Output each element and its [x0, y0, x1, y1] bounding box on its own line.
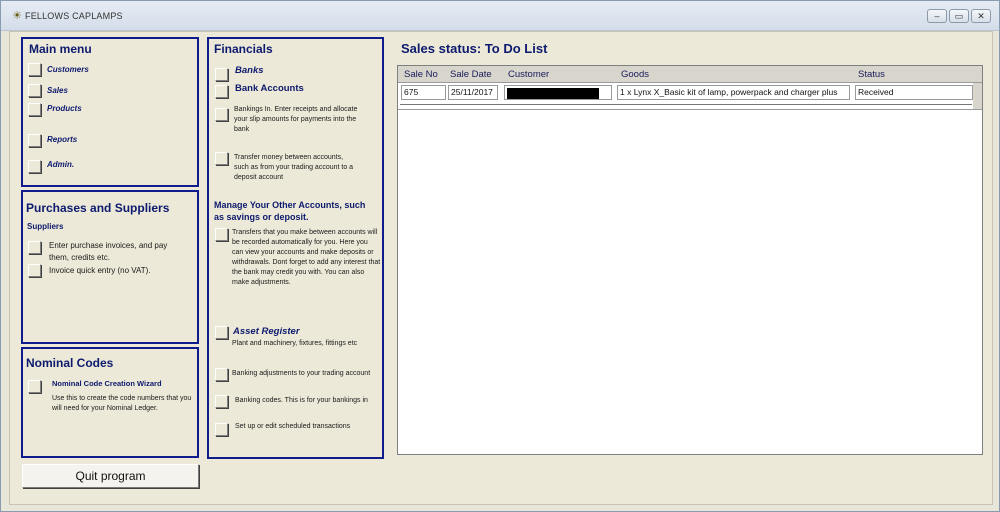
- invoice-quick-entry-button[interactable]: [28, 264, 41, 277]
- banking-adjustments-button[interactable]: [215, 368, 228, 381]
- app-window: ☀ FELLOWS CAPLAMPS – ▭ ✕ Main menu Custo…: [0, 0, 1000, 512]
- suppliers-subtitle: Suppliers: [27, 222, 64, 231]
- grid-header: Sale No Sale Date Customer Goods Status: [398, 66, 982, 83]
- nominal-codes-panel: Nominal Codes Nominal Code Creation Wiza…: [21, 347, 199, 458]
- col-customer[interactable]: Customer: [508, 69, 549, 80]
- financials-panel: Financials Banks Bank Accounts Bankings …: [207, 37, 384, 459]
- sales-button[interactable]: [28, 84, 41, 97]
- customers-button[interactable]: [28, 63, 41, 76]
- bank-accounts-label: Bank Accounts: [235, 83, 304, 94]
- sales-status-grid: Sale No Sale Date Customer Goods Status …: [397, 65, 983, 455]
- sales-label: Sales: [47, 86, 68, 95]
- customer-redacted: [507, 88, 599, 99]
- bankings-in-button[interactable]: [215, 108, 228, 121]
- bankings-in-label: Bankings In. Enter receipts and allocate…: [234, 106, 358, 133]
- products-button[interactable]: [28, 103, 41, 116]
- title-bar: ☀ FELLOWS CAPLAMPS – ▭ ✕: [1, 1, 999, 31]
- asset-register-label: Asset Register: [233, 326, 300, 337]
- admin-button[interactable]: [28, 160, 41, 173]
- banks-label: Banks: [235, 65, 264, 76]
- manage-accounts-title: Manage Your Other Accounts, such as savi…: [214, 200, 366, 222]
- purchases-title: Purchases and Suppliers: [26, 201, 170, 215]
- purchase-invoices-button[interactable]: [28, 241, 41, 254]
- quit-program-button[interactable]: Quit program: [22, 464, 199, 488]
- grid-edge: [973, 83, 982, 109]
- row-separator-bottom: [398, 109, 982, 110]
- nominal-codes-title: Nominal Codes: [26, 356, 114, 370]
- main-menu-title: Main menu: [29, 42, 92, 56]
- cell-goods[interactable]: 1 x Lynx X_Basic kit of lamp, powerpack …: [617, 85, 850, 100]
- products-label: Products: [47, 104, 82, 113]
- main-menu-panel: Main menu Customers Sales Products Repor…: [21, 37, 199, 187]
- transfer-label: Transfer money between accounts, such as…: [234, 154, 354, 181]
- nominal-wizard-label: Nominal Code Creation Wizard: [52, 379, 162, 388]
- customers-label: Customers: [47, 65, 89, 74]
- cell-sale-no[interactable]: 675: [401, 85, 446, 100]
- purchases-panel: Purchases and Suppliers Suppliers Enter …: [21, 190, 199, 344]
- admin-label: Admin.: [47, 160, 75, 169]
- col-status[interactable]: Status: [858, 69, 885, 80]
- scheduled-transactions-button[interactable]: [215, 423, 228, 436]
- financials-title: Financials: [214, 42, 273, 56]
- transfer-button[interactable]: [215, 152, 228, 165]
- reports-button[interactable]: [28, 134, 41, 147]
- banks-button[interactable]: [215, 68, 228, 81]
- nominal-wizard-desc: Use this to create the code numbers that…: [52, 395, 192, 412]
- col-sale-no[interactable]: Sale No: [404, 69, 438, 80]
- banking-codes-button[interactable]: [215, 395, 228, 408]
- invoice-quick-entry-label: Invoice quick entry (no VAT).: [49, 266, 151, 275]
- asset-register-desc: Plant and machinery, fixtures, fittings …: [232, 340, 358, 347]
- col-goods[interactable]: Goods: [621, 69, 649, 80]
- cell-status[interactable]: Received: [855, 85, 973, 100]
- restore-button[interactable]: ▭: [949, 9, 969, 23]
- purchase-invoices-label: Enter purchase invoices, and pay them, c…: [49, 241, 168, 262]
- minimize-button[interactable]: –: [927, 9, 947, 23]
- close-button[interactable]: ✕: [971, 9, 991, 23]
- nominal-wizard-button[interactable]: [28, 380, 41, 393]
- cell-sale-date[interactable]: 25/11/2017: [448, 85, 498, 100]
- cell-customer[interactable]: [504, 85, 612, 100]
- client-area: Main menu Customers Sales Products Repor…: [9, 31, 993, 505]
- row-separator: [400, 104, 972, 105]
- manage-accounts-button[interactable]: [215, 228, 228, 241]
- manage-accounts-desc: Transfers that you make between accounts…: [232, 229, 381, 286]
- reports-label: Reports: [47, 135, 78, 144]
- asset-register-button[interactable]: [215, 326, 228, 339]
- window-title: FELLOWS CAPLAMPS: [25, 11, 123, 21]
- banking-codes-label: Banking codes. This is for your bankings…: [235, 397, 368, 404]
- sales-status-title: Sales status: To Do List: [401, 41, 548, 56]
- col-sale-date[interactable]: Sale Date: [450, 69, 492, 80]
- banking-adjustments-label: Banking adjustments to your trading acco…: [232, 370, 371, 377]
- app-icon: ☀: [12, 10, 22, 22]
- bank-accounts-button[interactable]: [215, 85, 228, 98]
- scheduled-transactions-label: Set up or edit scheduled transactions: [235, 423, 351, 430]
